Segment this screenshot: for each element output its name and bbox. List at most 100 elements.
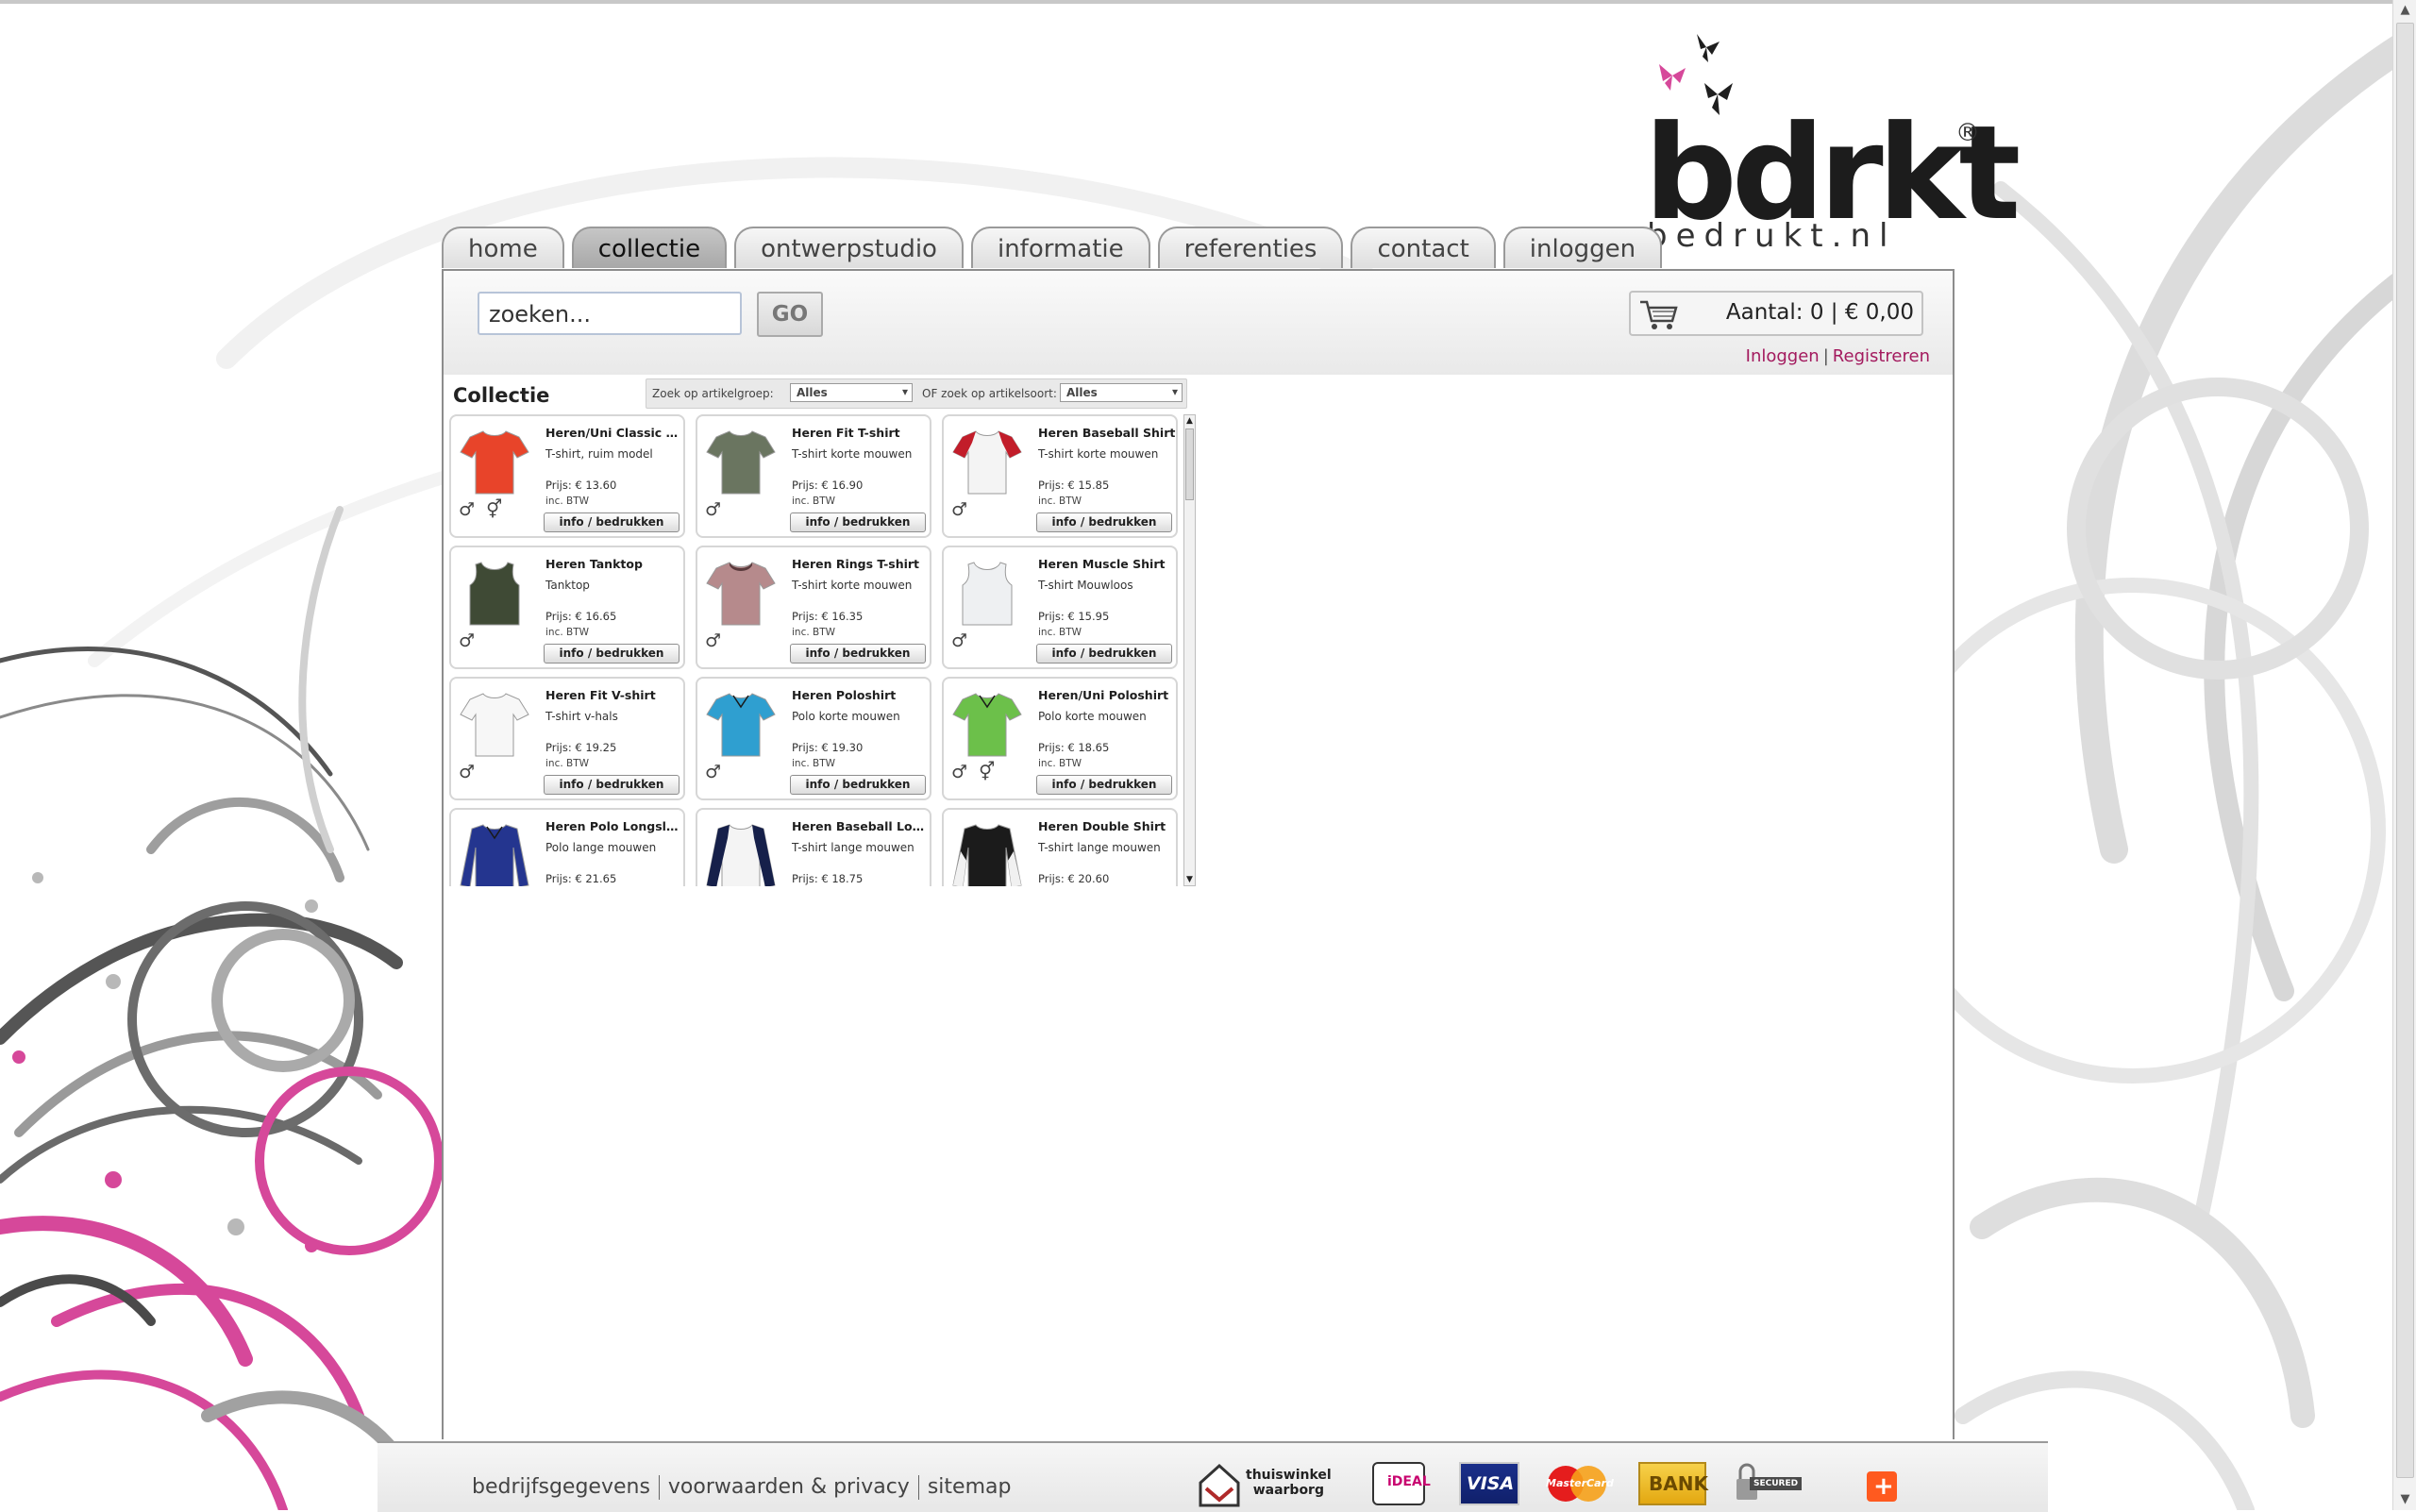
footer-links: bedrijfsgegevens voorwaarden & privacy sit…: [472, 1475, 1011, 1500]
thuiswinkel-badge[interactable]: thuiswinkel waarborg: [1195, 1462, 1336, 1507]
product-card[interactable]: Heren Polo Longsleeve Polo lange mouwen Pr…: [449, 808, 685, 886]
product-vat-label: inc. BTW: [545, 496, 590, 507]
tab-collectie[interactable]: collectie: [571, 227, 728, 268]
info-bedrukken-button[interactable]: info / bedrukken: [1036, 512, 1172, 532]
filter-group-select[interactable]: Alles: [790, 383, 913, 402]
cart-summary[interactable]: Aantal: 0 | € 0,00: [1629, 291, 1923, 336]
tab-contact[interactable]: contact: [1351, 227, 1496, 268]
product-image[interactable]: [951, 557, 1023, 627]
product-vat-label: inc. BTW: [1038, 758, 1082, 769]
tab-ontwerpstudio[interactable]: ontwerpstudio: [734, 227, 964, 268]
product-card[interactable]: Heren Double Shirt T-shirt lange mouwen Pr…: [942, 808, 1178, 886]
info-bedrukken-button[interactable]: info / bedrukken: [1036, 644, 1172, 664]
product-price: Prijs: € 15.95: [1038, 610, 1110, 623]
search-input[interactable]: zoeken...: [478, 292, 742, 335]
collection-scrollbar[interactable]: ▲ ▼: [1183, 414, 1196, 886]
product-name[interactable]: Heren/Uni Poloshirt: [1038, 688, 1176, 702]
product-name[interactable]: Heren Poloshirt: [792, 688, 930, 702]
window-scrollbar[interactable]: ▲ ▼: [2392, 0, 2416, 1510]
scroll-up-icon[interactable]: ▲: [1184, 415, 1195, 427]
scroll-down-icon[interactable]: ▼: [2393, 1489, 2416, 1510]
product-image[interactable]: [951, 819, 1023, 886]
product-image[interactable]: [459, 688, 530, 758]
product-card[interactable]: Heren Poloshirt Polo korte mouwen Prijs: €…: [696, 677, 931, 800]
product-name[interactable]: Heren Fit V-shirt: [545, 688, 683, 702]
tab-referenties[interactable]: referenties: [1157, 227, 1344, 268]
product-name[interactable]: Heren Rings T-shirt: [792, 557, 930, 571]
product-name[interactable]: Heren Polo Longsleeve: [545, 819, 683, 833]
product-image[interactable]: [459, 819, 530, 886]
product-card[interactable]: Heren Muscle Shirt T-shirt Mouwloos Prijs:…: [942, 546, 1178, 669]
filter-group-label: Zoek op artikelgroep:: [652, 387, 774, 400]
info-bedrukken-button[interactable]: info / bedrukken: [790, 775, 926, 795]
footer-divider: [917, 1475, 919, 1500]
product-card[interactable]: Heren Rings T-shirt T-shirt korte mouwen P…: [696, 546, 931, 669]
product-image[interactable]: [459, 426, 530, 496]
product-description: T-shirt lange mouwen: [792, 841, 914, 854]
gender-icon: ♂: [951, 499, 971, 520]
product-card[interactable]: Heren/Uni Classic T-sh... T-shirt, ruim m…: [449, 414, 685, 538]
product-card[interactable]: Heren Tanktop Tanktop Prijs: € 16.65 inc. B…: [449, 546, 685, 669]
info-bedrukken-button[interactable]: info / bedrukken: [790, 644, 926, 664]
product-image[interactable]: [705, 426, 777, 496]
product-name[interactable]: Heren/Uni Classic T-sh...: [545, 426, 683, 440]
secured-badge[interactable]: SECURED: [1733, 1462, 1821, 1505]
gender-icon: ♂: [705, 499, 725, 520]
product-image[interactable]: [705, 688, 777, 758]
product-name[interactable]: Heren Tanktop: [545, 557, 683, 571]
scroll-up-icon[interactable]: ▲: [2393, 0, 2416, 21]
plus-icon[interactable]: +: [1867, 1471, 1897, 1502]
tab-home[interactable]: home: [442, 227, 564, 268]
product-name[interactable]: Heren Baseball Longsl...: [792, 819, 930, 833]
product-price: Prijs: € 21.65: [545, 872, 617, 885]
product-price: Prijs: € 19.25: [545, 741, 617, 754]
product-card[interactable]: Heren Fit T-shirt T-shirt korte mouwen Pri…: [696, 414, 931, 538]
info-bedrukken-button[interactable]: info / bedrukken: [544, 512, 680, 532]
scroll-down-icon[interactable]: ▼: [1184, 874, 1195, 885]
info-bedrukken-button[interactable]: info / bedrukken: [544, 775, 680, 795]
cart-text: Aantal: 0 | € 0,00: [1725, 300, 1914, 325]
tab-informatie[interactable]: informatie: [970, 227, 1150, 268]
footer-link-bedrijfsgegevens[interactable]: bedrijfsgegevens: [472, 1475, 650, 1499]
product-name[interactable]: Heren Fit T-shirt: [792, 426, 930, 440]
product-grid-viewport[interactable]: Heren/Uni Classic T-sh... T-shirt, ruim m…: [445, 414, 1180, 886]
product-name[interactable]: Heren Baseball Shirt: [1038, 426, 1176, 440]
tab-inloggen[interactable]: inloggen: [1502, 227, 1663, 268]
product-image[interactable]: [705, 819, 777, 886]
product-name[interactable]: Heren Double Shirt: [1038, 819, 1176, 833]
product-image[interactable]: [459, 557, 530, 627]
register-link[interactable]: Registreren: [1833, 346, 1930, 366]
gender-icon: ♂ ⚥: [459, 499, 506, 520]
product-price: Prijs: € 15.85: [1038, 479, 1110, 492]
info-bedrukken-button[interactable]: info / bedrukken: [1036, 775, 1172, 795]
gender-icon: ♂: [459, 630, 478, 651]
product-card[interactable]: Heren/Uni Poloshirt Polo korte mouwen Prij…: [942, 677, 1178, 800]
filter-type-select[interactable]: Alles: [1060, 383, 1183, 402]
product-description: T-shirt korte mouwen: [1038, 447, 1159, 461]
product-card[interactable]: Heren Baseball Longsl... T-shirt lange mo…: [696, 808, 931, 886]
ideal-text: iDEAL: [1387, 1474, 1431, 1489]
registered-mark: ®: [1955, 119, 1980, 147]
go-button[interactable]: GO: [757, 292, 823, 337]
collection-scroll-thumb[interactable]: [1185, 428, 1194, 500]
product-image[interactable]: [951, 688, 1023, 758]
scrollbar-thumb[interactable]: [2396, 23, 2414, 1478]
login-link[interactable]: Inloggen: [1746, 346, 1820, 366]
account-links: Inloggen | Registreren: [1746, 346, 1930, 366]
footer-link-sitemap[interactable]: sitemap: [928, 1475, 1012, 1499]
product-card[interactable]: Heren Fit V-shirt T-shirt v-hals Prijs: € …: [449, 677, 685, 800]
info-bedrukken-button[interactable]: info / bedrukken: [544, 644, 680, 664]
product-description: T-shirt korte mouwen: [792, 447, 913, 461]
footer-link-voorwaarden[interactable]: voorwaarden & privacy: [668, 1475, 910, 1499]
product-description: T-shirt Mouwloos: [1038, 579, 1133, 592]
product-description: Polo lange mouwen: [545, 841, 657, 854]
filter-type-label: OF zoek op artikelsoort:: [922, 387, 1057, 400]
product-image[interactable]: [951, 426, 1023, 496]
info-bedrukken-button[interactable]: info / bedrukken: [790, 512, 926, 532]
product-price: Prijs: € 19.30: [792, 741, 864, 754]
product-image[interactable]: [705, 557, 777, 627]
product-name[interactable]: Heren Muscle Shirt: [1038, 557, 1176, 571]
site-logo[interactable]: bdrkt ® bedrukt.nl: [1637, 28, 2021, 255]
product-card[interactable]: Heren Baseball Shirt T-shirt korte mouwen…: [942, 414, 1178, 538]
footer: bedrijfsgegevens voorwaarden & privacy sit…: [378, 1441, 2048, 1512]
